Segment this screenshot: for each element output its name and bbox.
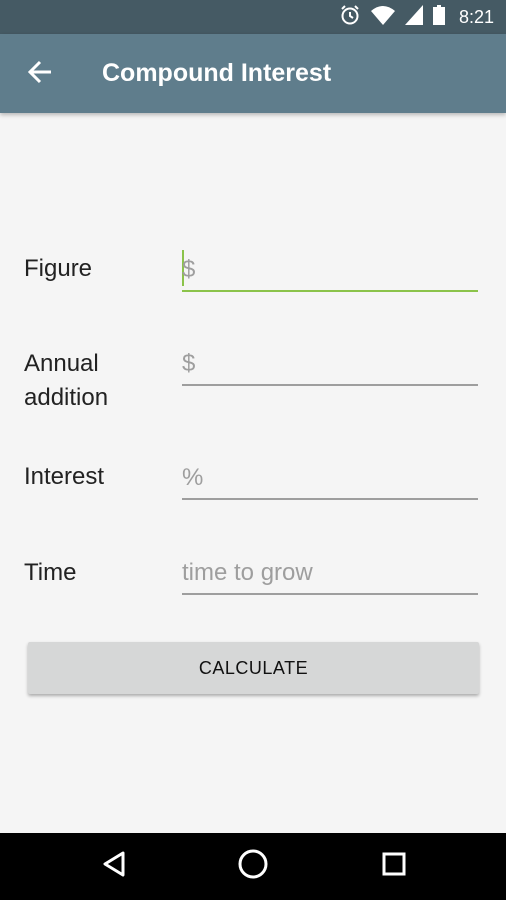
recents-square-icon bbox=[381, 851, 407, 882]
field-label-annual-addition: Annual addition bbox=[24, 350, 109, 411]
page-title: Compound Interest bbox=[102, 59, 332, 87]
battery-icon bbox=[432, 4, 445, 30]
back-triangle-icon bbox=[101, 850, 127, 883]
field-label-interest: Interest bbox=[24, 463, 105, 490]
field-label-figure: Figure bbox=[24, 255, 93, 282]
nav-recents-button[interactable] bbox=[354, 833, 434, 900]
status-bar: 8:21 bbox=[0, 0, 506, 34]
status-icons: 8:21 bbox=[339, 0, 494, 34]
signal-icon bbox=[404, 4, 423, 30]
wifi-icon bbox=[370, 5, 395, 30]
app-bar: Compound Interest bbox=[0, 34, 506, 113]
navigation-bar bbox=[0, 833, 506, 900]
annual-addition-input[interactable] bbox=[182, 344, 478, 386]
alarm-icon bbox=[339, 4, 361, 31]
interest-input[interactable] bbox=[182, 458, 478, 500]
time-input[interactable] bbox=[182, 553, 478, 595]
field-label-time: Time bbox=[24, 559, 77, 586]
status-time: 8:21 bbox=[458, 6, 494, 27]
figure-input[interactable] bbox=[182, 250, 478, 292]
home-circle-icon bbox=[237, 848, 269, 885]
back-button[interactable] bbox=[20, 54, 60, 94]
calculate-button[interactable]: CALCULATE bbox=[28, 642, 479, 694]
arrow-back-icon bbox=[27, 59, 53, 90]
nav-home-button[interactable] bbox=[213, 833, 293, 900]
nav-back-button[interactable] bbox=[74, 833, 154, 900]
